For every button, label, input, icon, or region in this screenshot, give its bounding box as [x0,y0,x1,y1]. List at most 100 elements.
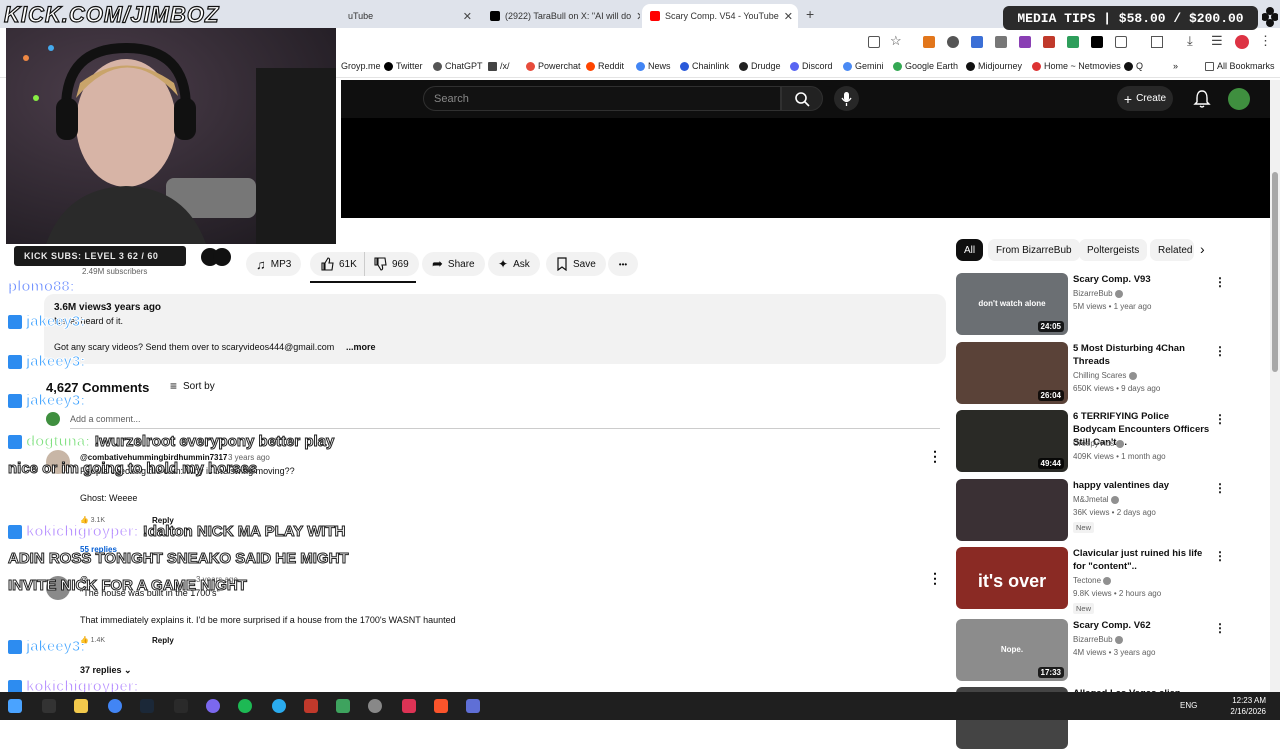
video-menu-icon[interactable]: ⋮ [1214,481,1226,495]
bookmark-item[interactable]: Google Earth [893,61,958,71]
channel-name[interactable]: CreepyVids [1073,439,1125,448]
description-box[interactable]: 3.6M views 3 years ago Never heard of it… [44,294,946,364]
brave-icon[interactable] [434,699,448,713]
video-menu-icon[interactable]: ⋮ [1214,549,1226,563]
video-title[interactable]: Scary Comp. V62 [1073,619,1211,632]
video-thumbnail[interactable]: 26:04 [956,342,1068,404]
spotify-icon[interactable] [238,699,252,713]
video-title[interactable]: Scary Comp. V93 [1073,273,1211,286]
channel-name[interactable]: BizarreBub [1073,635,1123,644]
recommendation-item[interactable]: it's over Clavicular just ruined his life… [956,547,1226,614]
extension-icon[interactable] [971,36,983,48]
video-thumbnail[interactable] [956,479,1068,541]
bookmark-item[interactable]: Drudge [739,61,781,71]
chips-next-chevron-icon[interactable]: › [1200,241,1205,257]
download-icon[interactable]: ⤓ [1187,33,1193,49]
bookmarks-overflow-button[interactable]: » [1173,61,1178,71]
video-title[interactable]: Clavicular just ruined his life for "con… [1073,547,1211,573]
bookmark-item[interactable]: Reddit [586,61,624,71]
browser-tab-active[interactable]: Scary Comp. V54 - YouTube ✕ [642,4,798,28]
account-avatar[interactable] [1228,88,1250,110]
extension-icon[interactable] [1067,36,1079,48]
channel-name[interactable]: Tectone [1073,576,1112,585]
chip-from-channel[interactable]: From BizarreBub [988,239,1080,261]
description-more-link[interactable]: ...more [346,342,376,352]
browser-tab[interactable]: uTube ✕ [340,4,480,28]
extensions-puzzle-icon[interactable] [1115,36,1127,48]
channel-name[interactable]: Chilling Scares [1073,371,1137,380]
bookmark-item[interactable]: Discord [790,61,833,71]
chip-poltergeists[interactable]: Poltergeists [1079,239,1148,261]
close-tab-icon[interactable]: ✕ [636,10,640,23]
video-thumbnail[interactable]: Nope. 17:33 [956,619,1068,681]
sort-by-button[interactable]: ≡ Sort by [170,379,215,393]
menu-list-icon[interactable]: ☰ [1211,33,1223,49]
sidepanel-icon[interactable] [1151,36,1163,48]
ask-button[interactable]: ✦ Ask [488,252,540,276]
recommendation-item[interactable]: Nope. 17:33 Scary Comp. V62 BizarreBub 4M v… [956,619,1226,681]
more-actions-button[interactable]: ••• [608,252,638,276]
bookmark-item[interactable]: News [636,61,671,71]
calculator-icon[interactable] [466,699,480,713]
metamask-extension-icon[interactable] [923,36,935,48]
video-title[interactable]: 5 Most Disturbing 4Chan Threads [1073,342,1211,368]
app-icon[interactable] [368,699,382,713]
system-clock[interactable]: 12:23 AM 2/16/2026 [1230,695,1266,717]
profile-avatar-icon[interactable] [1235,35,1249,49]
bookmark-item[interactable]: Midjourney [966,61,1022,71]
search-button[interactable] [781,86,823,111]
app-icon[interactable] [304,699,318,713]
bookmark-item[interactable]: Chainlink [680,61,729,71]
like-button[interactable]: 61K [310,252,365,276]
video-player[interactable] [341,118,1270,218]
steam-icon[interactable] [140,699,154,713]
video-thumbnail[interactable]: 49:44 [956,410,1068,472]
install-app-icon[interactable] [868,36,880,48]
task-view-icon[interactable] [42,699,56,713]
chrome-icon[interactable] [108,699,122,713]
scrollbar-thumb[interactable] [1272,172,1278,372]
channel-name[interactable]: BizarreBub [1073,289,1123,298]
shield-extension-icon[interactable] [947,36,959,48]
bookmark-item[interactable]: ChatGPT [433,61,483,71]
comment-menu-icon[interactable]: ⋮ [928,570,942,587]
notifications-bell-icon[interactable] [1193,89,1211,114]
all-bookmarks-button[interactable]: All Bookmarks [1205,61,1275,71]
video-menu-icon[interactable]: ⋮ [1214,344,1226,358]
bookmark-item[interactable]: Powerchat [526,61,581,71]
view-replies-button[interactable]: 37 replies ⌄ [80,665,132,676]
recommendation-item[interactable]: happy valentines day M&Jmetal 36K views •… [956,479,1226,541]
file-explorer-icon[interactable] [74,699,88,713]
mp3-button[interactable]: ♫ MP3 [246,252,302,276]
recommendation-item[interactable]: don't watch alone 24:05 Scary Comp. V93 Biz… [956,273,1226,335]
comment-menu-icon[interactable]: ⋮ [928,448,942,465]
video-menu-icon[interactable]: ⋮ [1214,412,1226,426]
bookmark-item[interactable]: Twitter [384,61,423,71]
create-button[interactable]: + Create [1117,86,1173,111]
save-button[interactable]: Save [546,252,606,276]
extension-icon[interactable] [995,36,1007,48]
recommendation-item[interactable]: 49:44 6 TERRIFYING Police Bodycam Encount… [956,410,1226,472]
app-icon[interactable] [336,699,350,713]
video-thumbnail[interactable]: don't watch alone 24:05 [956,273,1068,335]
channel-name[interactable]: M&Jmetal [1073,495,1119,504]
video-title[interactable]: happy valentines day [1073,479,1211,492]
windows-start-icon[interactable] [8,699,22,713]
x-extension-icon[interactable] [1091,36,1103,48]
share-button[interactable]: ➦ Share [422,252,485,276]
video-thumbnail[interactable]: it's over [956,547,1068,609]
close-tab-icon[interactable]: ✕ [784,10,793,23]
kebab-menu-icon[interactable]: ⋮ [1259,33,1272,49]
terminal-icon[interactable] [174,699,188,713]
telegram-icon[interactable] [272,699,286,713]
new-tab-button[interactable]: + [806,6,814,22]
page-scrollbar[interactable] [1270,80,1280,692]
search-input[interactable]: Search [423,86,781,111]
voice-search-button[interactable] [834,86,859,111]
close-tab-icon[interactable]: ✕ [463,10,472,23]
video-menu-icon[interactable]: ⋮ [1214,275,1226,289]
chip-related[interactable]: Related [1150,239,1194,261]
browser-tab[interactable]: (2922) TaraBull on X: "AI will do ✕ [482,4,640,28]
dislike-button[interactable]: 969 [364,252,419,276]
language-indicator[interactable]: ENG [1180,701,1197,710]
